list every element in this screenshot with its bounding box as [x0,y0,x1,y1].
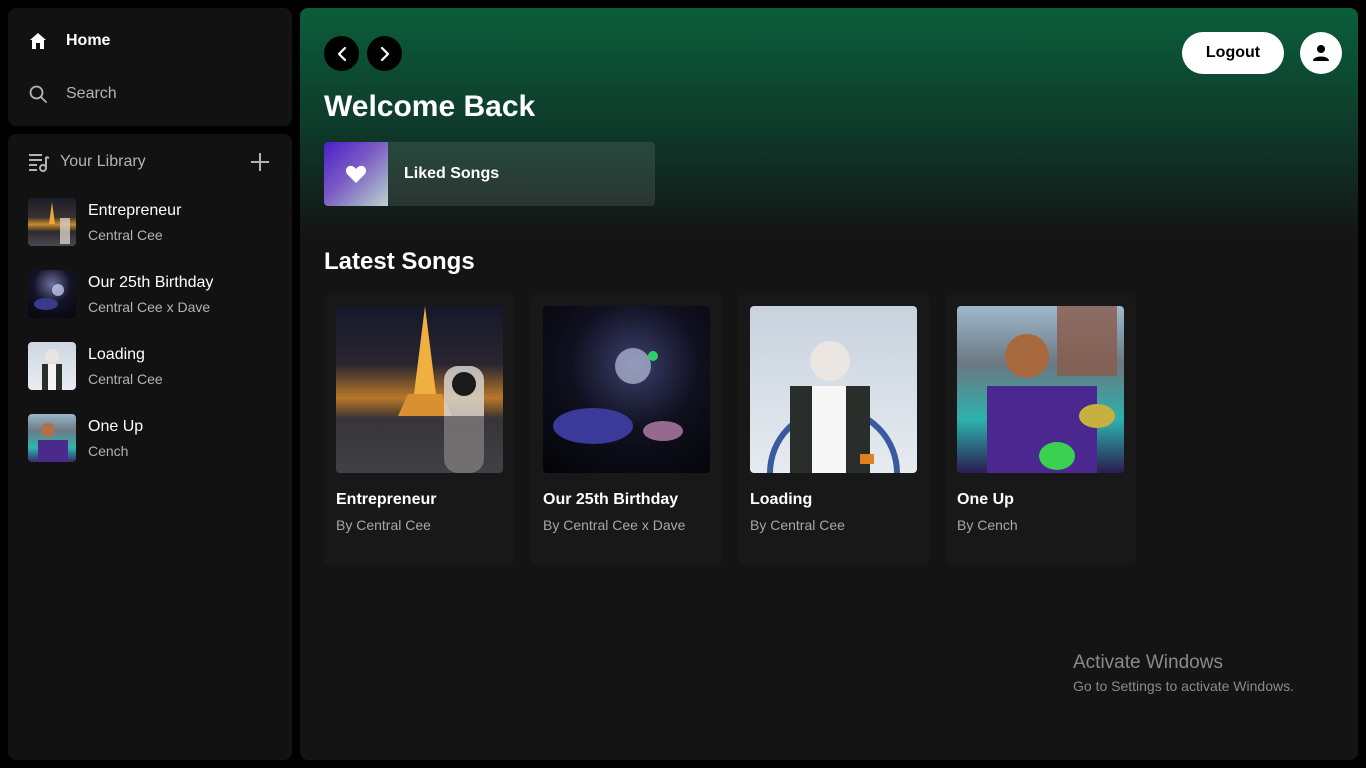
song-artist: By Central Cee [336,517,431,533]
song-artist: By Central Cee [750,517,845,533]
sidebar-item-home[interactable]: Home [28,20,272,61]
chevron-right-icon [380,46,389,61]
sidebar-nav: Home Search [8,8,292,126]
library-header: Your Library [28,148,272,176]
library-item-entrepreneur[interactable]: Entrepreneur Central Cee [28,198,272,246]
song-title: Loading [750,491,813,508]
liked-songs-art [324,142,388,206]
library-item-one-up[interactable]: One Up Cench [28,414,272,462]
sidebar-library: Your Library Entrepreneur Central Cee Ou… [8,134,292,760]
song-artist: By Central Cee x Dave [543,517,686,533]
plus-icon [251,153,269,171]
song-card-our-25th-birthday[interactable]: Our 25th Birthday By Central Cee x Dave [531,294,722,565]
song-title: Our 25th Birthday [543,491,679,508]
cover-one-up [28,414,76,462]
library-item-artist: Central Cee x Dave [88,299,211,315]
song-artist: By Cench [957,517,1018,533]
cover-loading [28,342,76,390]
search-label: Search [66,84,117,102]
song-card-entrepreneur[interactable]: Entrepreneur By Central Cee [324,294,515,565]
cover-our-25th-birthday [28,270,76,318]
history-nav [324,36,402,71]
chevron-left-icon [337,46,346,61]
song-title: One Up [957,491,1014,508]
liked-songs-shortcut[interactable]: Liked Songs [324,142,655,206]
library-item-loading[interactable]: Loading Central Cee [28,342,272,390]
cover-entrepreneur [336,306,503,473]
cover-our-25th-birthday [543,306,710,473]
song-title: Entrepreneur [336,491,437,508]
sidebar-item-search[interactable]: Search [28,73,272,114]
library-icon [28,151,50,173]
library-title: Your Library [60,153,146,170]
windows-activation-watermark: Activate Windows Go to Settings to activ… [1073,652,1294,694]
song-card-loading[interactable]: Loading By Central Cee [738,294,929,565]
cover-loading [750,306,917,473]
liked-songs-label: Liked Songs [404,165,500,182]
library-item-title: Our 25th Birthday [88,274,214,291]
library-item-title: One Up [88,418,144,435]
forward-button[interactable] [367,36,402,71]
library-item-our-25th-birthday[interactable]: Our 25th Birthday Central Cee x Dave [28,270,272,318]
heart-icon [345,165,367,183]
page-title: Welcome Back [324,90,536,123]
main-content: Logout Welcome Back Liked Songs Latest S… [300,8,1358,760]
home-label: Home [66,31,111,49]
library-item-title: Entrepreneur [88,202,182,219]
latest-songs-grid: Entrepreneur By Central Cee Our 25th Bir… [324,294,1136,565]
profile-button[interactable] [1300,32,1342,74]
logout-button[interactable]: Logout [1182,32,1284,74]
search-icon [28,84,48,104]
add-playlist-button[interactable] [248,150,272,174]
library-list: Entrepreneur Central Cee Our 25th Birthd… [28,198,272,462]
header-actions: Logout [1182,32,1342,74]
cover-entrepreneur [28,198,76,246]
cover-one-up [957,306,1124,473]
library-item-title: Loading [88,346,145,363]
library-item-artist: Cench [88,443,129,459]
user-icon [1313,45,1329,61]
back-button[interactable] [324,36,359,71]
watermark-title: Activate Windows [1073,652,1223,673]
watermark-subtitle: Go to Settings to activate Windows. [1073,678,1294,694]
library-item-artist: Central Cee [88,371,163,387]
library-item-artist: Central Cee [88,227,163,243]
home-icon [28,31,48,51]
section-title: Latest Songs [324,248,475,275]
app-root: Home Search Your Library Entrepreneur Ce… [0,0,1366,768]
song-card-one-up[interactable]: One Up By Cench [945,294,1136,565]
